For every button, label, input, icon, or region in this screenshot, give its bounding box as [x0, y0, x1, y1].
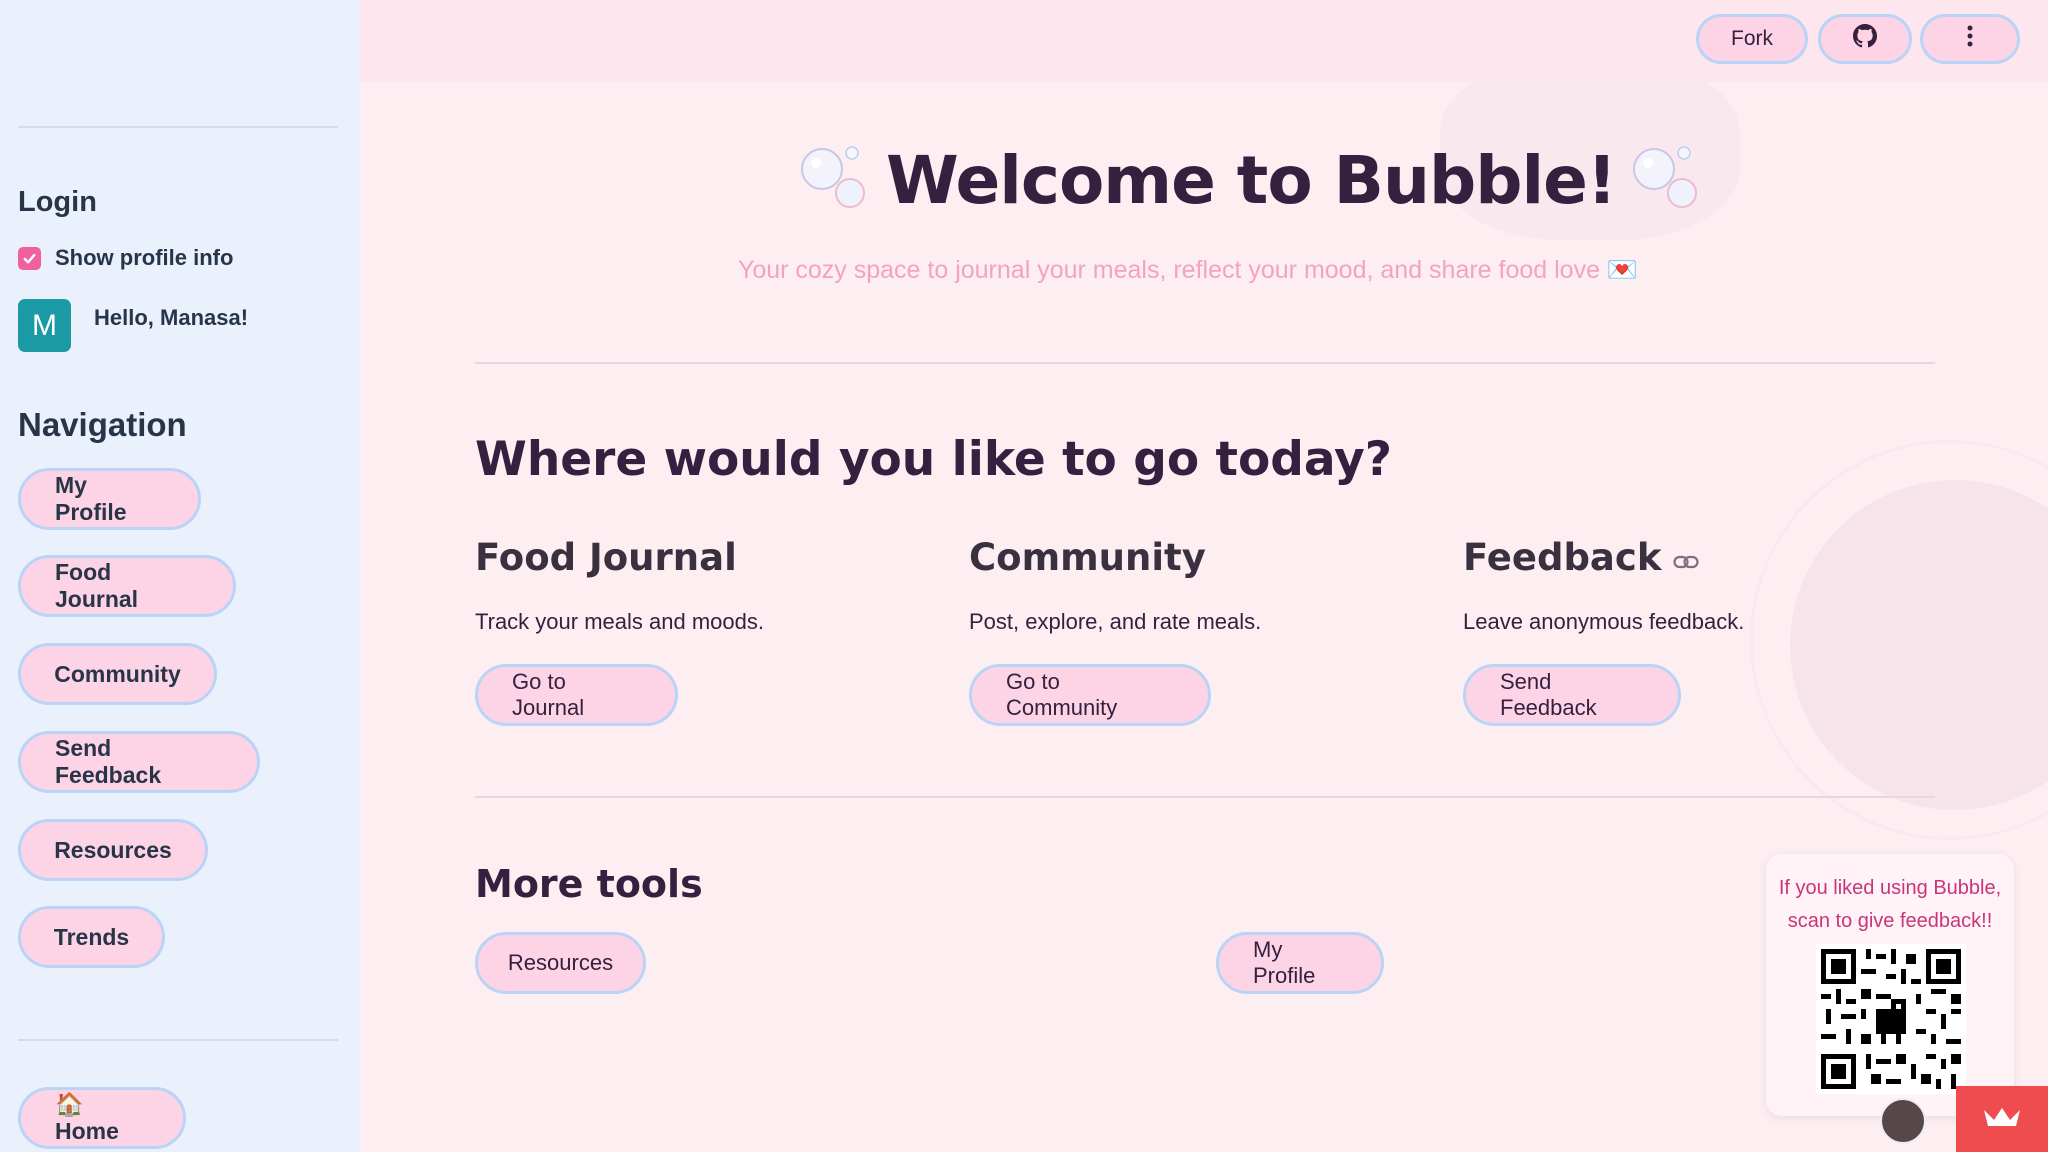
- page-subtitle: Your cozy space to journal your meals, r…: [737, 256, 1639, 284]
- go-to-community-button[interactable]: Go to Community: [969, 664, 1211, 726]
- vertical-dots-icon: [1966, 24, 1974, 54]
- user-avatar-small[interactable]: [1880, 1098, 1926, 1144]
- streamlit-badge[interactable]: [1956, 1086, 2048, 1152]
- divider: [475, 362, 1935, 364]
- more-tools-heading: More tools: [475, 862, 703, 906]
- greeting: Hello, Manasa!: [94, 305, 249, 330]
- card-title-food-journal: Food Journal: [475, 536, 737, 579]
- show-profile-label: Show profile info: [55, 245, 234, 270]
- navigation-heading: Navigation: [18, 406, 187, 443]
- sidebar-divider: [18, 126, 338, 128]
- destinations-heading: Where would you like to go today?: [475, 432, 1393, 487]
- sidebar-item-my-profile[interactable]: My Profile: [18, 468, 201, 530]
- github-button[interactable]: [1818, 14, 1912, 64]
- send-feedback-button[interactable]: Send Feedback: [1463, 664, 1681, 726]
- checkbox-checked-icon[interactable]: [18, 246, 41, 270]
- sidebar-item-food-journal[interactable]: Food Journal: [18, 555, 236, 617]
- sidebar-item-resources[interactable]: Resources: [18, 819, 208, 881]
- sidebar-item-trends[interactable]: Trends: [18, 906, 165, 968]
- page-title: Welcome to Bubble!: [886, 142, 1617, 219]
- top-toolbar: Fork: [360, 0, 2048, 82]
- feedback-title-text: Feedback: [1463, 536, 1662, 579]
- bubbles-icon: [800, 145, 870, 216]
- card-title-feedback: Feedback: [1463, 536, 1700, 579]
- sidebar-item-send-feedback[interactable]: Send Feedback: [18, 731, 260, 793]
- hero-title-row: Welcome to Bubble!: [800, 142, 1702, 219]
- qr-code-image[interactable]: [1816, 944, 1966, 1094]
- qr-caption-line2: scan to give feedback!!: [1787, 910, 1993, 932]
- more-menu-button[interactable]: [1920, 14, 2020, 64]
- github-icon: [1853, 24, 1877, 54]
- crown-icon: [1982, 1104, 2022, 1135]
- main-content: Fork Welcome to Bubble! Your cozy space …: [360, 0, 2048, 1152]
- my-profile-button[interactable]: My Profile: [1216, 932, 1384, 994]
- resources-button[interactable]: Resources: [475, 932, 646, 994]
- qr-caption: If you liked using Bubble, scan to give …: [1766, 872, 2014, 938]
- card-desc-feedback: Leave anonymous feedback.: [1463, 609, 1745, 634]
- show-profile-checkbox-row[interactable]: Show profile info: [18, 245, 233, 271]
- card-desc-community: Post, explore, and rate meals.: [969, 609, 1262, 634]
- home-button[interactable]: 🏠 Home: [18, 1087, 186, 1149]
- login-heading: Login: [18, 186, 97, 218]
- go-to-journal-button[interactable]: Go to Journal: [475, 664, 678, 726]
- sidebar-divider-bottom: [18, 1039, 338, 1041]
- qr-feedback-card: If you liked using Bubble, scan to give …: [1766, 854, 2014, 1116]
- decorative-ring: [1750, 440, 2048, 840]
- sidebar: Login Show profile info M Hello, Manasa!…: [0, 0, 360, 1152]
- fork-button[interactable]: Fork: [1696, 14, 1808, 64]
- link-icon[interactable]: [1673, 536, 1700, 579]
- sidebar-item-community[interactable]: Community: [18, 643, 217, 705]
- avatar: M: [18, 299, 71, 352]
- card-desc-food-journal: Track your meals and moods.: [475, 609, 764, 634]
- qr-caption-line1: If you liked using Bubble,: [1778, 877, 2002, 899]
- divider: [475, 796, 1935, 798]
- card-title-community: Community: [969, 536, 1206, 579]
- bubbles-icon: [1632, 145, 1702, 216]
